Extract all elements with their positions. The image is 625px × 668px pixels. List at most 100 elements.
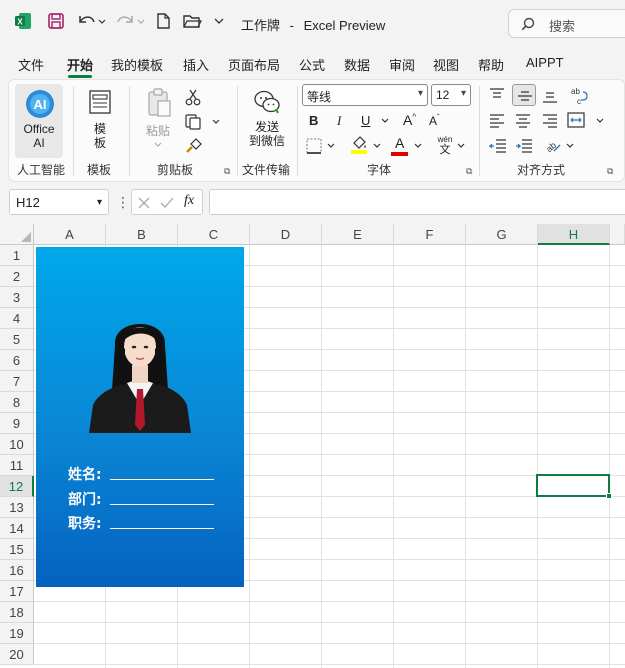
font-name-select[interactable]: 等线 ▾ — [302, 84, 428, 106]
row-header-4[interactable]: 4 — [0, 308, 34, 329]
paste-button[interactable]: 粘贴 — [137, 84, 179, 158]
alignment-dialog-launcher-icon[interactable]: ⧉ — [607, 166, 613, 177]
template-button[interactable]: 模 板 — [79, 84, 121, 158]
tab-aippt[interactable]: AIPPT — [526, 55, 564, 70]
wrap-text-icon[interactable]: ab c — [569, 86, 589, 106]
borders-icon[interactable] — [306, 138, 322, 154]
copy-icon[interactable] — [185, 114, 203, 130]
search-input[interactable]: 搜索 — [508, 9, 625, 38]
select-all-corner[interactable] — [0, 224, 34, 245]
align-left-icon[interactable] — [489, 114, 505, 128]
send-to-wechat-button[interactable]: 发送 到微信 — [243, 84, 291, 158]
employee-badge-card[interactable]: 姓名: 部门: 职务: — [36, 247, 244, 587]
decrease-indent-icon[interactable] — [489, 139, 507, 153]
new-file-icon[interactable] — [155, 12, 171, 30]
row-header-12[interactable]: 12 — [0, 476, 34, 497]
row-header-18[interactable]: 18 — [0, 602, 34, 623]
template-label-line1: 模 — [93, 122, 106, 136]
formula-input[interactable] — [209, 189, 625, 215]
font-size-select[interactable]: 12 ▾ — [431, 84, 471, 106]
italic-button[interactable]: I — [337, 113, 341, 129]
tab-my-templates[interactable]: 我的模板 — [111, 55, 163, 74]
tab-page-layout[interactable]: 页面布局 — [228, 55, 280, 74]
phonetic-dropdown-icon[interactable] — [457, 143, 465, 149]
fill-handle[interactable] — [606, 493, 612, 499]
row-header-16[interactable]: 16 — [0, 560, 34, 581]
worksheet-grid[interactable]: ABCDEFGH 1 2 3 4 5 6 7 8 9 10 11 12 13 14 15 16 17 18 19 20 — [0, 224, 625, 668]
row-header-15[interactable]: 15 — [0, 539, 34, 560]
orientation-icon[interactable]: ab — [544, 136, 562, 154]
row-header-2[interactable]: 2 — [0, 266, 34, 287]
row-header-7[interactable]: 7 — [0, 371, 34, 392]
borders-dropdown-icon[interactable] — [327, 143, 335, 149]
column-header-d[interactable]: D — [250, 224, 322, 245]
customize-quick-access-icon[interactable] — [214, 16, 224, 26]
office-ai-button[interactable]: AI Office AI — [15, 84, 63, 158]
bold-button[interactable]: B — [309, 113, 318, 128]
font-dialog-launcher-icon[interactable]: ⧉ — [466, 166, 472, 177]
column-header-a[interactable]: A — [34, 224, 106, 245]
align-right-icon[interactable] — [542, 114, 558, 128]
format-painter-icon[interactable] — [185, 138, 203, 154]
decrease-font-size-button[interactable]: Aˇ — [429, 113, 440, 128]
row-header-11[interactable]: 11 — [0, 455, 34, 476]
column-header-h[interactable]: H — [538, 224, 610, 245]
merge-center-icon[interactable] — [567, 112, 585, 128]
row-header-5[interactable]: 5 — [0, 329, 34, 350]
row-header-10[interactable]: 10 — [0, 434, 34, 455]
row-header-3[interactable]: 3 — [0, 287, 34, 308]
column-header-c[interactable]: C — [178, 224, 250, 245]
open-folder-icon[interactable] — [182, 12, 202, 30]
column-header-partial[interactable] — [610, 224, 625, 245]
tab-insert[interactable]: 插入 — [183, 55, 209, 74]
more-options-icon[interactable]: ⋮ — [116, 194, 130, 211]
font-color-button[interactable]: A — [395, 135, 404, 151]
align-top-icon[interactable] — [489, 88, 505, 102]
tab-view[interactable]: 视图 — [433, 55, 459, 74]
align-bottom-icon[interactable] — [542, 90, 558, 104]
tab-home[interactable]: 开始 — [67, 55, 93, 74]
row-header-1[interactable]: 1 — [0, 245, 34, 266]
cancel-icon[interactable] — [138, 197, 150, 209]
save-icon[interactable] — [47, 12, 65, 30]
cut-icon[interactable] — [185, 88, 201, 106]
merge-dropdown-icon[interactable] — [596, 118, 604, 124]
orientation-dropdown-icon[interactable] — [566, 143, 574, 149]
active-cell-h12[interactable] — [536, 474, 610, 497]
clipboard-dialog-launcher-icon[interactable]: ⧉ — [224, 166, 230, 177]
row-header-20[interactable]: 20 — [0, 644, 34, 665]
row-header-9[interactable]: 9 — [0, 413, 34, 434]
fill-color-dropdown-icon[interactable] — [373, 143, 381, 149]
underline-dropdown-icon[interactable] — [381, 118, 389, 124]
font-color-dropdown-icon[interactable] — [414, 143, 422, 149]
name-box[interactable]: H12 ▾ — [9, 189, 109, 215]
paste-dropdown-icon[interactable] — [154, 142, 162, 148]
row-header-14[interactable]: 14 — [0, 518, 34, 539]
tab-data[interactable]: 数据 — [344, 55, 370, 74]
row-header-13[interactable]: 13 — [0, 497, 34, 518]
fill-color-icon[interactable] — [350, 135, 368, 155]
redo-icon[interactable] — [116, 12, 146, 30]
tab-review[interactable]: 审阅 — [389, 55, 415, 74]
phonetic-guide-button[interactable]: wén 文 — [434, 135, 456, 156]
align-center-icon[interactable] — [515, 114, 531, 128]
row-header-17[interactable]: 17 — [0, 581, 34, 602]
column-header-f[interactable]: F — [394, 224, 466, 245]
align-middle-button[interactable] — [512, 84, 536, 106]
undo-icon[interactable] — [76, 12, 106, 30]
column-header-g[interactable]: G — [466, 224, 538, 245]
copy-dropdown-icon[interactable] — [212, 119, 220, 125]
increase-font-size-button[interactable]: A^ — [403, 112, 416, 128]
row-header-19[interactable]: 19 — [0, 623, 34, 644]
insert-function-button[interactable]: fx — [184, 193, 194, 209]
underline-button[interactable]: U — [361, 113, 370, 128]
column-header-e[interactable]: E — [322, 224, 394, 245]
enter-check-icon[interactable] — [160, 197, 174, 209]
tab-help[interactable]: 帮助 — [478, 55, 504, 74]
tab-file[interactable]: 文件 — [18, 55, 44, 74]
row-header-6[interactable]: 6 — [0, 350, 34, 371]
column-header-b[interactable]: B — [106, 224, 178, 245]
increase-indent-icon[interactable] — [515, 139, 533, 153]
row-header-8[interactable]: 8 — [0, 392, 34, 413]
tab-formulas[interactable]: 公式 — [299, 55, 325, 74]
